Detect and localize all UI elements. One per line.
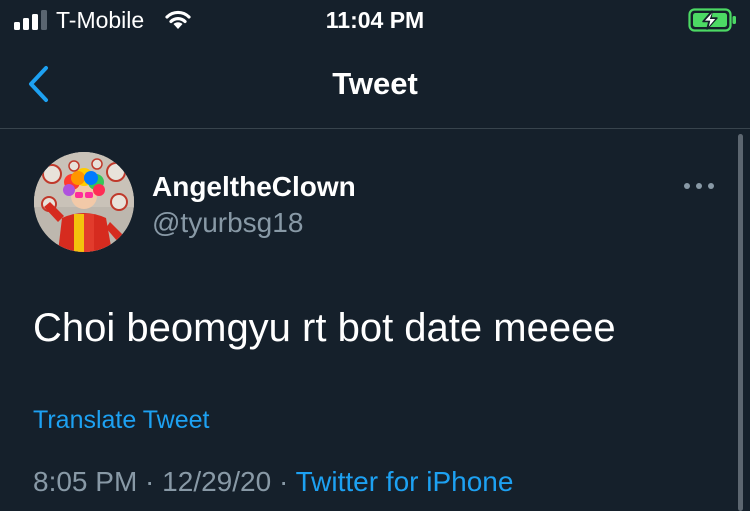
- tweet-metadata: 8:05 PM · 12/29/20 · Twitter for iPhone: [33, 464, 513, 500]
- user-handle[interactable]: @tyurbsg18: [152, 206, 303, 240]
- separator-dot: ·: [271, 466, 296, 497]
- avatar[interactable]: [34, 152, 134, 252]
- tweet-screen: T-Mobile 11:04 PM Tweet AngeltheClown @t…: [0, 0, 750, 511]
- navigation-header: Tweet: [0, 40, 750, 129]
- separator-dot: ·: [137, 466, 163, 497]
- tweet-time: 8:05 PM: [33, 466, 138, 497]
- translate-tweet-link[interactable]: Translate Tweet: [33, 404, 209, 436]
- scrollbar[interactable]: [738, 134, 743, 511]
- battery-charging-icon: [688, 8, 736, 32]
- status-time: 11:04 PM: [325, 7, 425, 33]
- more-options-icon[interactable]: [682, 176, 716, 196]
- status-bar: T-Mobile 11:04 PM: [0, 0, 750, 40]
- tweet-source-link[interactable]: Twitter for iPhone: [296, 466, 514, 497]
- display-name[interactable]: AngeltheClown: [152, 170, 356, 204]
- tweet-text: Choi beomgyu rt bot date meeee: [33, 306, 616, 350]
- avatar-image: [34, 152, 134, 252]
- page-title: Tweet: [332, 66, 418, 101]
- tweet-date: 12/29/20: [162, 466, 272, 497]
